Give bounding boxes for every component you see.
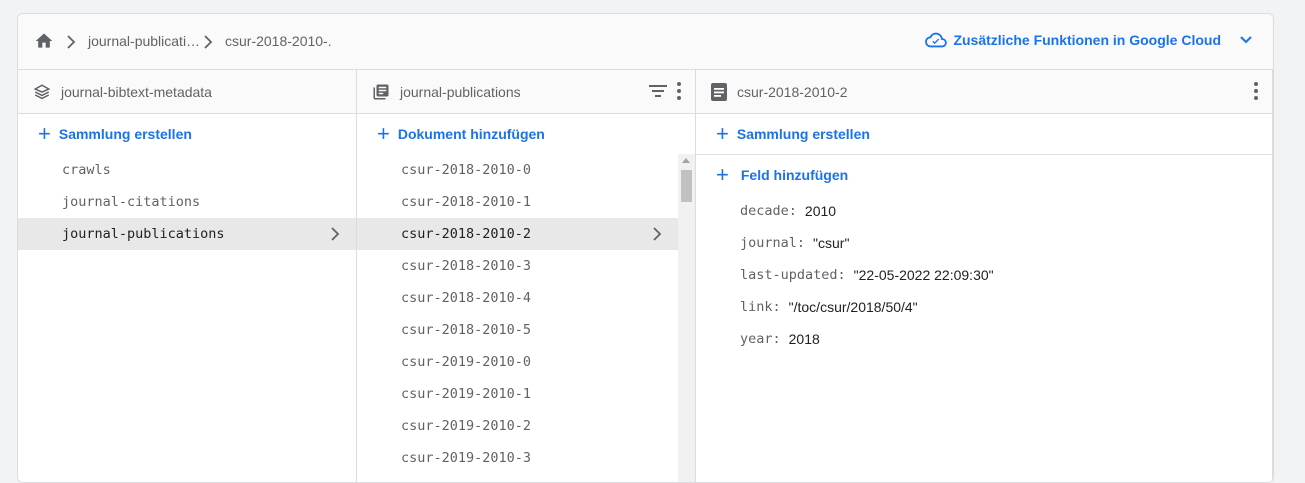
google-cloud-link-label: Zusätzliche Funktionen in Google Cloud: [953, 32, 1221, 48]
list-item[interactable]: csur-2018-2010-3: [357, 250, 678, 282]
chevron-right-icon: [331, 227, 340, 241]
list-item[interactable]: csur-2019-2010-0: [357, 346, 678, 378]
list-item[interactable]: csur-2019-2010-2: [357, 410, 678, 442]
list-item[interactable]: journal-citations: [18, 186, 356, 218]
list-item[interactable]: csur-2019-2010-1: [357, 378, 678, 410]
root-column-title: journal-bibtext-metadata: [61, 83, 212, 100]
database-stack-icon: [33, 83, 51, 99]
cloud-icon: [925, 32, 948, 48]
chevron-right-icon: [67, 35, 76, 49]
list-item-label: csur-2019-2010-1: [401, 386, 532, 402]
document-column: csur-2018-2010-2 + Sammlung erstellen + …: [696, 70, 1273, 482]
document-list: csur-2018-2010-0 csur-2018-2010-1 csur-2…: [357, 154, 678, 474]
breadcrumb: journal-publicati… csur-2018-2010-. Zusä…: [18, 14, 1273, 70]
list-item-label: csur-2018-2010-5: [401, 322, 532, 338]
list-item-label: crawls: [62, 162, 111, 178]
breadcrumb-item-collection[interactable]: journal-publicati…: [88, 33, 200, 49]
list-item-label: csur-2018-2010-4: [401, 290, 532, 306]
document-field[interactable]: journal: "csur": [696, 227, 1272, 259]
create-subcollection-label: Sammlung erstellen: [736, 126, 870, 142]
create-subcollection-button[interactable]: + Sammlung erstellen: [696, 114, 1272, 154]
list-item-selected[interactable]: journal-publications: [18, 218, 356, 250]
list-item-label: csur-2019-2010-0: [401, 354, 532, 370]
document-field[interactable]: last-updated: "22-05-2022 22:09:30": [696, 259, 1272, 291]
document-field[interactable]: year: 2018: [696, 323, 1272, 355]
collection-column: journal-publications + Dokument hinzufüg…: [357, 70, 696, 482]
add-document-button[interactable]: + Dokument hinzufügen: [357, 114, 695, 154]
plus-icon: +: [38, 121, 51, 146]
document-column-title: csur-2018-2010-2: [737, 83, 848, 100]
document-icon: [711, 82, 727, 101]
list-item[interactable]: csur-2018-2010-0: [357, 154, 678, 186]
chevron-right-icon: [204, 35, 213, 49]
scrollbar-thumb[interactable]: [681, 170, 692, 202]
list-item-label: csur-2018-2010-3: [401, 258, 532, 274]
list-item-label: csur-2019-2010-2: [401, 418, 532, 434]
plus-icon: +: [716, 162, 729, 187]
scrollbar[interactable]: [678, 154, 695, 482]
field-key: decade:: [740, 203, 797, 219]
list-item[interactable]: csur-2018-2010-4: [357, 282, 678, 314]
plus-icon: +: [716, 121, 729, 146]
list-item-label: journal-publications: [62, 226, 225, 242]
field-value: "22-05-2022 22:09:30": [853, 267, 994, 283]
collection-column-header: journal-publications: [357, 70, 695, 114]
list-item-label: csur-2018-2010-0: [401, 162, 532, 178]
field-key: link:: [740, 299, 781, 315]
field-key: last-updated:: [740, 267, 846, 283]
field-key: journal:: [740, 235, 806, 251]
firestore-data-panel: journal-publicati… csur-2018-2010-. Zusä…: [17, 13, 1274, 483]
list-item[interactable]: csur-2018-2010-1: [357, 186, 678, 218]
collection-icon: [373, 84, 389, 99]
scroll-up-arrow-icon[interactable]: [682, 158, 690, 163]
chevron-right-icon: [653, 227, 662, 241]
chevron-down-icon[interactable]: [1239, 35, 1253, 45]
list-item-selected[interactable]: csur-2018-2010-2: [357, 218, 678, 250]
filter-icon[interactable]: [649, 84, 667, 98]
list-item-label: csur-2019-2010-3: [401, 450, 532, 466]
create-collection-label: Sammlung erstellen: [58, 126, 192, 142]
collection-column-title: journal-publications: [400, 83, 521, 100]
add-field-label: Feld hinzufügen: [740, 167, 849, 183]
list-item-label: csur-2018-2010-1: [401, 194, 532, 210]
document-field[interactable]: link: "/toc/csur/2018/50/4": [696, 291, 1272, 323]
field-value: "csur": [813, 235, 850, 251]
document-field[interactable]: decade: 2010: [696, 195, 1272, 227]
root-column: journal-bibtext-metadata + Sammlung erst…: [18, 70, 357, 482]
more-vert-icon[interactable]: [1254, 82, 1258, 100]
google-cloud-link[interactable]: Zusätzliche Funktionen in Google Cloud: [925, 32, 1253, 48]
home-icon[interactable]: [34, 31, 54, 51]
list-item[interactable]: csur-2019-2010-3: [357, 442, 678, 474]
more-vert-icon[interactable]: [677, 82, 681, 100]
list-item[interactable]: crawls: [18, 154, 356, 186]
field-key: year:: [740, 331, 781, 347]
add-document-label: Dokument hinzufügen: [397, 126, 545, 142]
document-column-header: csur-2018-2010-2: [696, 70, 1272, 114]
field-value: "/toc/csur/2018/50/4": [788, 299, 918, 315]
list-item-label: csur-2018-2010-2: [401, 226, 532, 242]
list-item[interactable]: csur-2018-2010-5: [357, 314, 678, 346]
plus-icon: +: [377, 121, 390, 146]
list-item-label: journal-citations: [62, 194, 201, 210]
breadcrumb-item-document[interactable]: csur-2018-2010-.: [225, 33, 332, 49]
create-collection-button[interactable]: + Sammlung erstellen: [18, 114, 356, 154]
add-field-button[interactable]: + Feld hinzufügen: [696, 155, 1272, 195]
root-column-header: journal-bibtext-metadata: [18, 70, 356, 114]
field-value: 2018: [788, 331, 820, 347]
field-value: 2010: [804, 203, 837, 219]
